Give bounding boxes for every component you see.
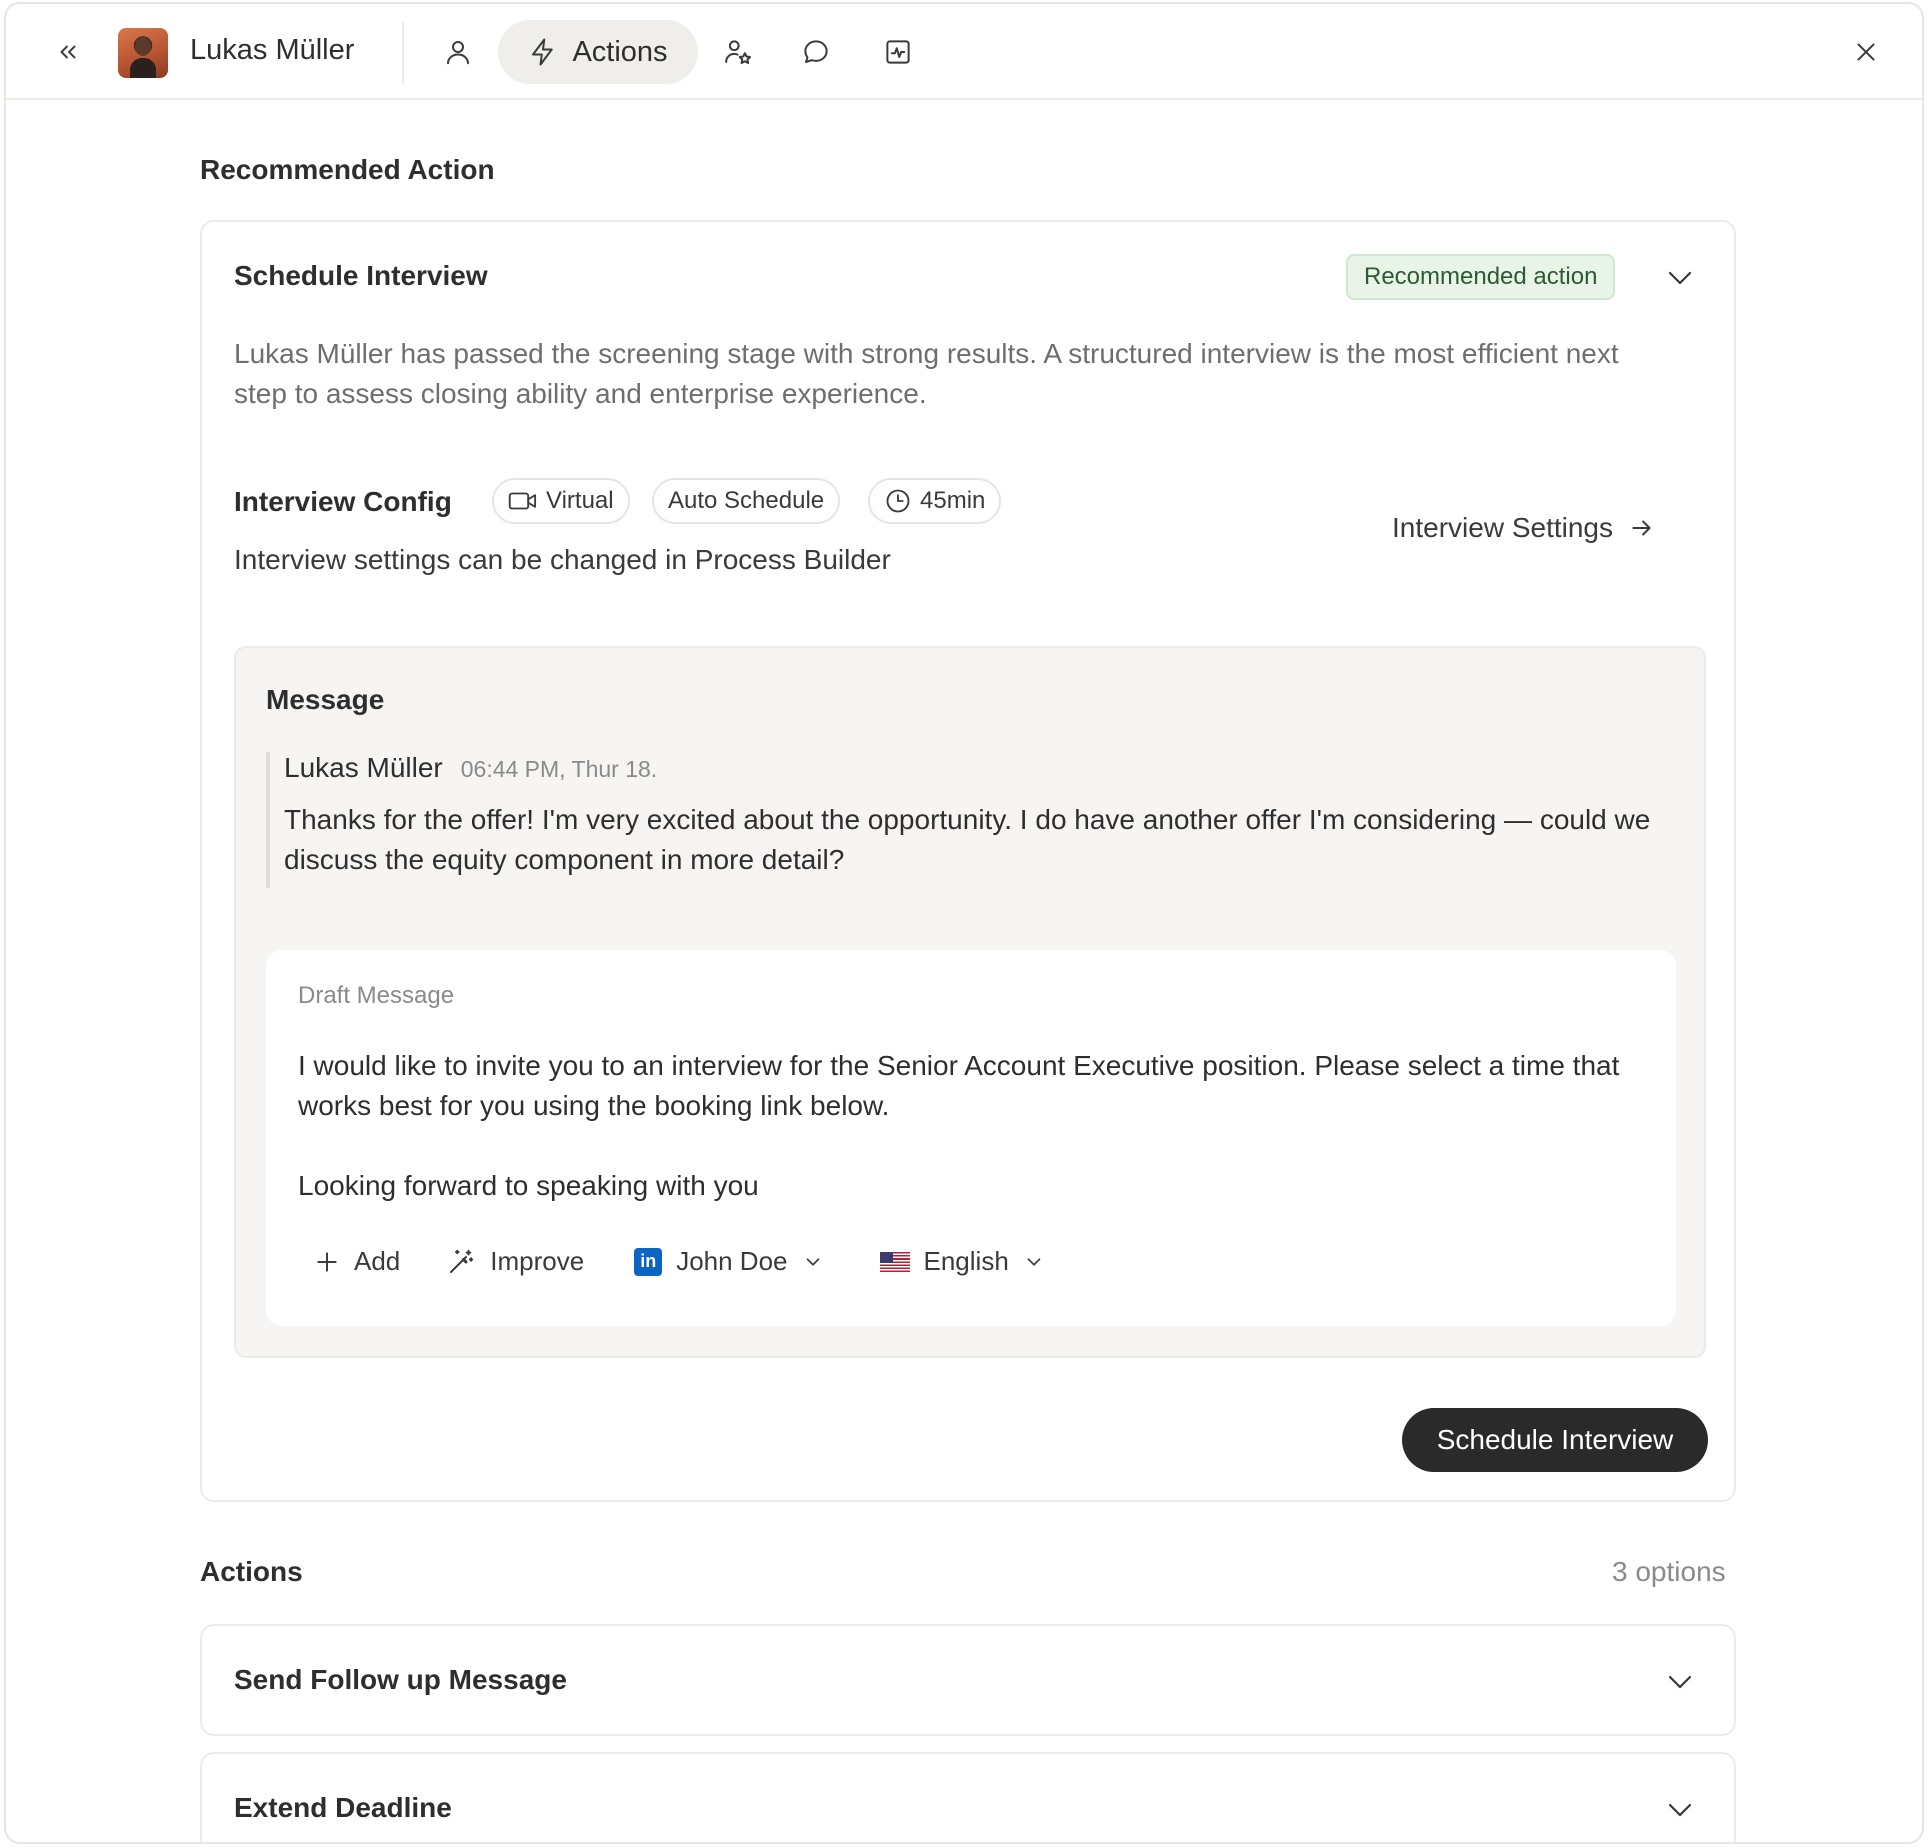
avatar [118,28,168,78]
schedule-interview-button[interactable]: Schedule Interview [1402,1408,1708,1472]
language-select[interactable]: English [879,1246,1045,1277]
card-description: Lukas Müller has passed the screening st… [234,338,1619,409]
chevron-down-icon [806,1257,819,1266]
tab-activity[interactable] [874,20,922,84]
sender-select[interactable]: in John Doe [634,1246,823,1277]
message-section: Message Lukas Müller 06:44 PM, Thur 18. … [234,646,1706,1358]
tab-feedback[interactable] [714,20,762,84]
tab-messages[interactable] [792,20,840,84]
draft-label: Draft Message [298,982,455,1009]
expand-button[interactable] [1662,1792,1698,1828]
top-bar: Lukas Müller Actions [6,4,1922,100]
recommended-action-card: Schedule Interview Recommended action Lu… [200,220,1736,1502]
close-icon [1857,43,1875,61]
draft-message-editor[interactable]: Draft Message I would like to invite you… [266,950,1676,1326]
actions-section-title: Actions [200,1556,303,1587]
chip-duration: 45min [868,478,1002,524]
tab-actions[interactable]: Actions [498,20,698,84]
candidate-panel: Lukas Müller Actions Recommended Action … [4,2,1924,1844]
chevron-down-icon [1668,271,1692,285]
quote-text: Thanks for the offer! I'm very excited a… [284,804,1651,875]
chat-icon [804,40,828,63]
activity-icon [886,40,910,64]
chevron-down-icon [1668,1803,1692,1817]
magic-wand-icon [450,1249,474,1273]
quote-sender: Lukas Müller [284,752,443,783]
clock-icon [886,489,910,513]
improve-button[interactable]: Improve [446,1246,584,1277]
lightning-icon [532,38,554,66]
interview-config-label: Interview Config [234,486,452,517]
linkedin-icon: in [634,1247,663,1276]
quote-timestamp: 06:44 PM, Thur 18. [460,756,658,782]
card-title: Schedule Interview [234,260,488,291]
add-button[interactable]: Add [314,1246,400,1277]
video-camera-icon [508,492,537,510]
collapse-card-button[interactable] [1662,260,1698,296]
person-star-icon [725,40,751,64]
candidate-message-quote: Lukas Müller 06:44 PM, Thur 18. Thanks f… [266,752,1666,888]
plus-icon [317,1251,337,1272]
message-label: Message [266,684,385,715]
close-button[interactable] [1846,32,1886,72]
tab-actions-label: Actions [572,35,668,68]
chevron-down-icon [1027,1257,1041,1266]
divider [402,22,404,84]
interview-settings-link[interactable]: Interview Settings [1392,512,1655,544]
action-send-follow-up[interactable]: Send Follow up Message [200,1624,1736,1736]
options-count: 3 options [1612,1556,1726,1587]
recommended-badge: Recommended action [1346,254,1616,300]
recommended-section-title: Recommended Action [200,154,495,185]
draft-toolbar: Add Improve in John Doe English [314,1246,1045,1277]
draft-text[interactable]: I would like to invite you to an intervi… [298,1046,1638,1206]
collapse-panel-button[interactable] [48,32,88,72]
candidate-name: Lukas Müller [190,34,355,66]
chip-auto-schedule: Auto Schedule [652,478,841,524]
action-extend-deadline[interactable]: Extend Deadline [200,1752,1736,1842]
expand-button[interactable] [1662,1664,1698,1700]
double-chevron-left-icon [60,45,76,59]
person-icon [447,41,469,65]
chip-virtual: Virtual [492,478,630,524]
us-flag-icon [879,1251,910,1272]
chevron-down-icon [1668,1675,1692,1689]
config-note: Interview settings can be changed in Pro… [234,544,891,575]
arrow-right-icon [1632,520,1651,536]
tab-profile[interactable] [434,20,482,84]
